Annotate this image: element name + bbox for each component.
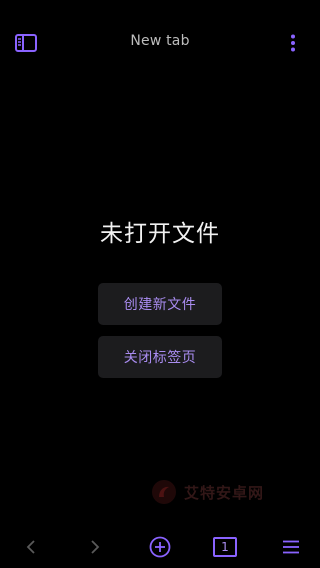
watermark-logo-icon — [152, 480, 176, 504]
menu-button[interactable] — [277, 534, 305, 560]
chevron-right-icon — [91, 540, 100, 554]
bottom-navigation-bar: 1 — [0, 526, 320, 568]
new-tab-button[interactable] — [147, 534, 173, 560]
chevron-left-icon — [26, 540, 35, 554]
watermark-text: 艾特安卓网 — [184, 483, 265, 502]
tab-count: 1 — [213, 537, 237, 557]
back-button[interactable] — [18, 534, 44, 560]
plus-circle-icon — [149, 536, 171, 558]
watermark: 艾特安卓网 — [150, 476, 280, 508]
tab-title: New tab — [130, 33, 190, 49]
more-vertical-icon — [291, 34, 295, 52]
tabs-switcher-button[interactable]: 1 — [211, 534, 239, 560]
forward-button[interactable] — [82, 534, 108, 560]
empty-state-title: 未打开文件 — [100, 221, 220, 247]
close-tab-button[interactable]: 关闭标签页 — [98, 336, 222, 378]
hamburger-menu-icon — [283, 540, 299, 554]
more-options-button[interactable] — [280, 31, 306, 55]
top-bar: New tab — [0, 0, 320, 86]
create-new-file-button[interactable]: 创建新文件 — [98, 283, 222, 325]
